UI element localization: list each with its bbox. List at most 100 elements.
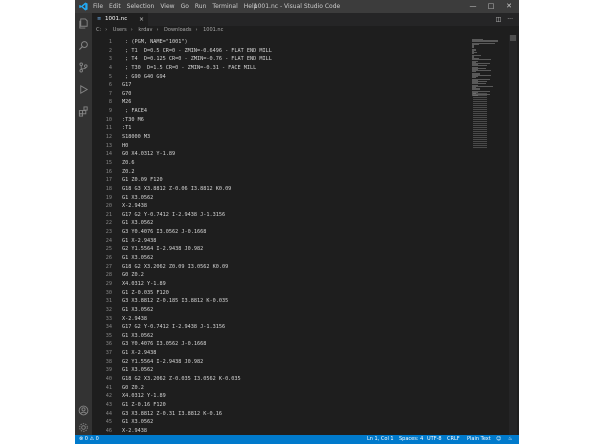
code-line[interactable]: 1 : (PGM, NAME="1001") [92,38,472,47]
line-number: 18 [105,185,112,192]
line-number: 36 [105,341,112,348]
settings-gear-icon[interactable] [78,422,89,433]
menu-help[interactable]: Help [244,0,258,13]
code-line[interactable]: 38 G2 Y1.5564 I-2.9438 J0.982 [92,358,472,367]
code-line[interactable]: 8 M26 [92,98,472,107]
code-line[interactable]: 34 G17 G2 Y-0.7412 I-2.9438 J-1.3156 [92,323,472,332]
close-icon[interactable]: ✕ [501,0,517,13]
code-line[interactable]: 18 G18 G3 X3.8812 Z-0.06 I3.8812 K0.09 [92,185,472,194]
code-line[interactable]: 10:T30 M6 [92,116,472,125]
code-line[interactable]: 24 G1 X-2.9438 [92,237,472,246]
line-text: G1 X-2.9438 [122,350,157,357]
code-line[interactable]: 9 ; FACE4 [92,107,472,116]
menu-view[interactable]: View [160,0,174,13]
source-control-icon[interactable] [78,62,89,73]
code-line[interactable]: 3 ; T4 D=0.125 CR=0 - ZMIN=-0.76 - FLAT … [92,55,472,64]
code-line[interactable]: 7 G70 [92,90,472,99]
breadcrumb-downloads[interactable]: Downloads [164,27,191,33]
run-debug-icon[interactable] [78,84,89,95]
menu-run[interactable]: Run [195,0,207,13]
code-line[interactable]: 39 G1 X3.0562 [92,366,472,375]
feedback-icon[interactable]: ☺ [496,435,501,444]
code-line[interactable]: 25 G2 Y1.5564 I-2.9438 J0.982 [92,245,472,254]
tab-1001-nc[interactable]: ≡ 1001.nc × [92,13,148,26]
line-number: 8 [108,99,112,106]
problems-indicator[interactable]: ⊗ 0 ⚠ 0 [79,435,99,444]
scrollbar-thumb[interactable] [510,35,516,41]
explorer-icon[interactable] [78,18,89,29]
line-number: 32 [105,306,112,313]
code-line[interactable]: 14 G0 X4.0312 Y-1.89 [92,150,472,159]
code-line[interactable]: 12 S18000 M3 [92,133,472,142]
line-text: G0 Z0.2 [122,384,144,391]
code-line[interactable]: 45 G1 X3.0562 [92,418,472,427]
code-line[interactable]: 20 X-2.9438 [92,202,472,211]
code-line[interactable]: 15 Z0.6 [92,159,472,168]
code-line[interactable]: 40 G18 G2 X3.2062 Z-0.035 I3.0562 K-0.035 [92,375,472,384]
line-text: G3 Y0.4076 I3.0562 J-0.1668 [122,341,207,348]
code-line[interactable]: 42 X4.0312 Y-1.89 [92,392,472,401]
code-line[interactable]: 44 G3 X3.8812 Z-0.31 I3.8812 K-0.16 [92,410,472,419]
account-icon[interactable] [78,405,89,416]
line-number: 41 [105,384,112,391]
line-text: G1 X3.0562 [122,367,154,374]
line-text: G1 Z-0.035 F120 [122,289,169,296]
breadcrumb-user[interactable]: krdav [138,27,152,33]
code-line[interactable]: 6 G17 [92,81,472,90]
minimize-icon[interactable]: — [465,0,481,13]
extensions-icon[interactable] [78,106,89,117]
code-line[interactable]: 43 G1 Z-0.16 F120 [92,401,472,410]
tab-label: 1001.nc [105,16,128,22]
vertical-scrollbar[interactable] [509,35,517,435]
code-line[interactable]: 29 X4.0312 Y-1.89 [92,280,472,289]
code-line[interactable]: 36 G3 Y0.4076 I3.0562 J-0.1668 [92,340,472,349]
code-line[interactable]: 19 G1 X3.0562 [92,194,472,203]
code-line[interactable]: 27 G18 G2 X3.2062 Z0.09 I3.0562 K0.09 [92,263,472,272]
minimap[interactable] [468,35,508,435]
split-editor-icon[interactable]: ◫ [496,13,502,26]
line-text: G17 G2 Y-0.7412 I-2.9438 J-1.3156 [122,324,226,331]
code-line[interactable]: 4 ; T30 D=1.5 CR=0 - ZMIN=-0.31 - FACE M… [92,64,472,73]
line-ending[interactable]: CRLF [447,435,460,444]
code-line[interactable]: 33 X-2.9438 [92,315,472,324]
code-line[interactable]: 31 G3 X3.8812 Z-0.185 I3.8812 K-0.035 [92,297,472,306]
code-line[interactable]: 37 G1 X-2.9438 [92,349,472,358]
line-number: 24 [105,237,112,244]
code-line[interactable]: 21 G17 G2 Y-0.7412 I-2.9438 J-1.3156 [92,211,472,220]
code-line[interactable]: 16 Z0.2 [92,168,472,177]
code-line[interactable]: 32 G1 X3.0562 [92,306,472,315]
maximize-icon[interactable]: □ [483,0,499,13]
menu-edit[interactable]: Edit [109,0,121,13]
indentation[interactable]: Spaces: 4 [399,435,423,444]
code-line[interactable]: 2 ; T1 D=0.5 CR=0 - ZMIN=-0.6496 - FLAT … [92,47,472,56]
code-line[interactable]: 22 G1 X3.0562 [92,219,472,228]
code-line[interactable]: 26 G1 X3.0562 [92,254,472,263]
code-line[interactable]: 35 G1 X3.0562 [92,332,472,341]
language-mode[interactable]: Plain Text [467,435,491,444]
search-icon[interactable] [78,40,89,51]
code-line[interactable]: 11:T1 [92,124,472,133]
line-text: Z0.6 [122,159,135,166]
line-text: :T30 M6 [122,116,144,123]
code-line[interactable]: 41 G0 Z0.2 [92,384,472,393]
breadcrumb-users[interactable]: Users [113,27,127,33]
code-line[interactable]: 23 G3 Y0.4076 I3.0562 J-0.1668 [92,228,472,237]
code-line[interactable]: 13 H0 [92,142,472,151]
code-line[interactable]: 28 G0 Z0.2 [92,271,472,280]
tab-close-icon[interactable]: × [139,13,144,26]
notifications-icon[interactable]: ♨ [508,435,512,444]
code-line[interactable]: 5 ; G90 G40 G94 [92,73,472,82]
cursor-position[interactable]: Ln 1, Col 1 [367,435,394,444]
encoding[interactable]: UTF-8 [427,435,442,444]
more-actions-icon[interactable]: ··· [507,13,513,26]
breadcrumb-file[interactable]: 1001.nc [203,27,223,33]
breadcrumb-drive[interactable]: C: [96,27,101,33]
menu-go[interactable]: Go [181,0,189,13]
code-line[interactable]: 46 X-2.9438 [92,427,472,435]
code-editor[interactable]: 1 : (PGM, NAME="1001") 2 ; T1 D=0.5 CR=0 … [92,35,519,435]
code-line[interactable]: 17 G1 Z0.09 F120 [92,176,472,185]
menu-file[interactable]: File [93,0,103,13]
menu-selection[interactable]: Selection [127,0,155,13]
menu-terminal[interactable]: Terminal [212,0,237,13]
code-line[interactable]: 30 G1 Z-0.035 F120 [92,289,472,298]
